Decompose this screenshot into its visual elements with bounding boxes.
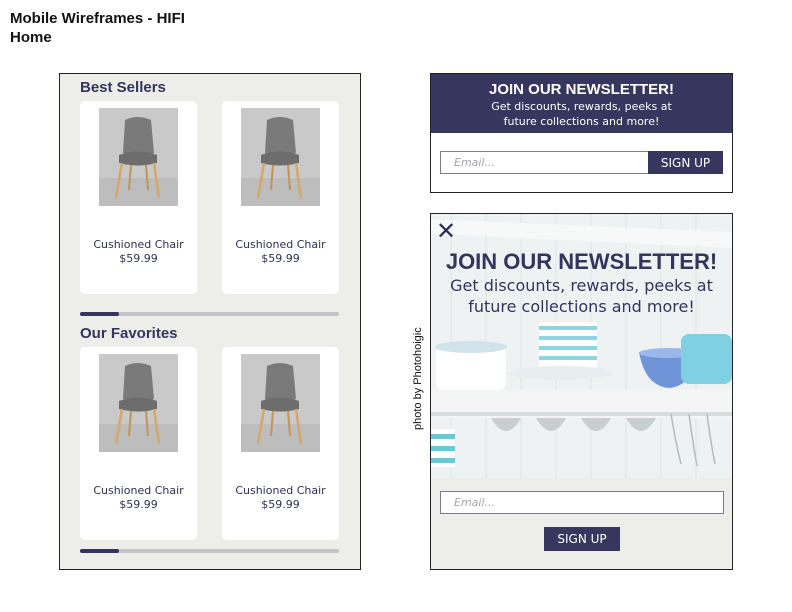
product-price: $59.99 — [261, 252, 300, 265]
product-image — [99, 354, 178, 452]
product-image — [241, 354, 320, 452]
sign-up-button[interactable]: SIGN UP — [648, 151, 723, 174]
product-card[interactable]: Cushioned Chair $59.99 — [222, 101, 339, 294]
modal-heading: JOIN OUR NEWSLETTER! — [445, 249, 718, 274]
newsletter-subtext: Get discounts, rewards, peeks at future … — [431, 99, 732, 129]
email-field[interactable] — [440, 491, 724, 514]
product-price: $59.99 — [119, 498, 158, 511]
best-sellers-scrollbar[interactable] — [80, 312, 339, 316]
chair-image — [99, 108, 178, 206]
home-screen: Best Sellers Cushioned Chair $59.99 Cush… — [59, 73, 361, 570]
product-card[interactable]: Cushioned Chair $59.99 — [80, 347, 197, 540]
newsletter-heading: JOIN OUR NEWSLETTER! — [488, 81, 674, 98]
chair-image — [241, 354, 320, 452]
page-title-line2: Home — [10, 29, 52, 46]
newsletter-inline: JOIN OUR NEWSLETTER! Get discounts, rewa… — [430, 73, 733, 193]
scrollbar-thumb[interactable] — [80, 312, 119, 316]
newsletter-subtext-line2: future collections and more! — [503, 115, 660, 128]
email-field[interactable] — [440, 151, 649, 174]
chair-image — [241, 108, 320, 206]
best-sellers-title: Best Sellers — [80, 79, 166, 96]
scrollbar-thumb[interactable] — [80, 549, 119, 553]
chair-image — [99, 354, 178, 452]
product-name: Cushioned Chair — [93, 484, 184, 497]
newsletter-modal: ✕ JOIN OUR NEWSLETTER! Get discounts, re… — [430, 213, 733, 570]
product-card[interactable]: Cushioned Chair $59.99 — [222, 347, 339, 540]
newsletter-subtext-line1: Get discounts, rewards, peeks at — [491, 100, 672, 113]
product-price: $59.99 — [261, 498, 300, 511]
modal-subtext-line1: Get discounts, rewards, peeks at — [450, 276, 713, 295]
page-title-line1: Mobile Wireframes - HIFI — [10, 10, 185, 27]
page-title: Mobile Wireframes - HIFI Home — [10, 9, 185, 47]
product-image — [241, 108, 320, 206]
newsletter-header: JOIN OUR NEWSLETTER! Get discounts, rewa… — [431, 74, 732, 133]
favorites-scrollbar[interactable] — [80, 549, 339, 553]
product-card[interactable]: Cushioned Chair $59.99 — [80, 101, 197, 294]
favorites-title: Our Favorites — [80, 325, 178, 342]
photo-credit: photo by Photohoigic — [412, 327, 424, 430]
modal-subtext-line2: future collections and more! — [468, 297, 695, 316]
sign-up-button[interactable]: SIGN UP — [544, 527, 620, 551]
kitchen-shelf-photo: ✕ JOIN OUR NEWSLETTER! Get discounts, re… — [431, 214, 732, 478]
modal-subtext: Get discounts, rewards, peeks at future … — [431, 275, 732, 317]
product-name: Cushioned Chair — [235, 484, 326, 497]
product-image — [99, 108, 178, 206]
product-name: Cushioned Chair — [235, 238, 326, 251]
product-price: $59.99 — [119, 252, 158, 265]
product-name: Cushioned Chair — [93, 238, 184, 251]
close-icon[interactable]: ✕ — [436, 217, 456, 245]
